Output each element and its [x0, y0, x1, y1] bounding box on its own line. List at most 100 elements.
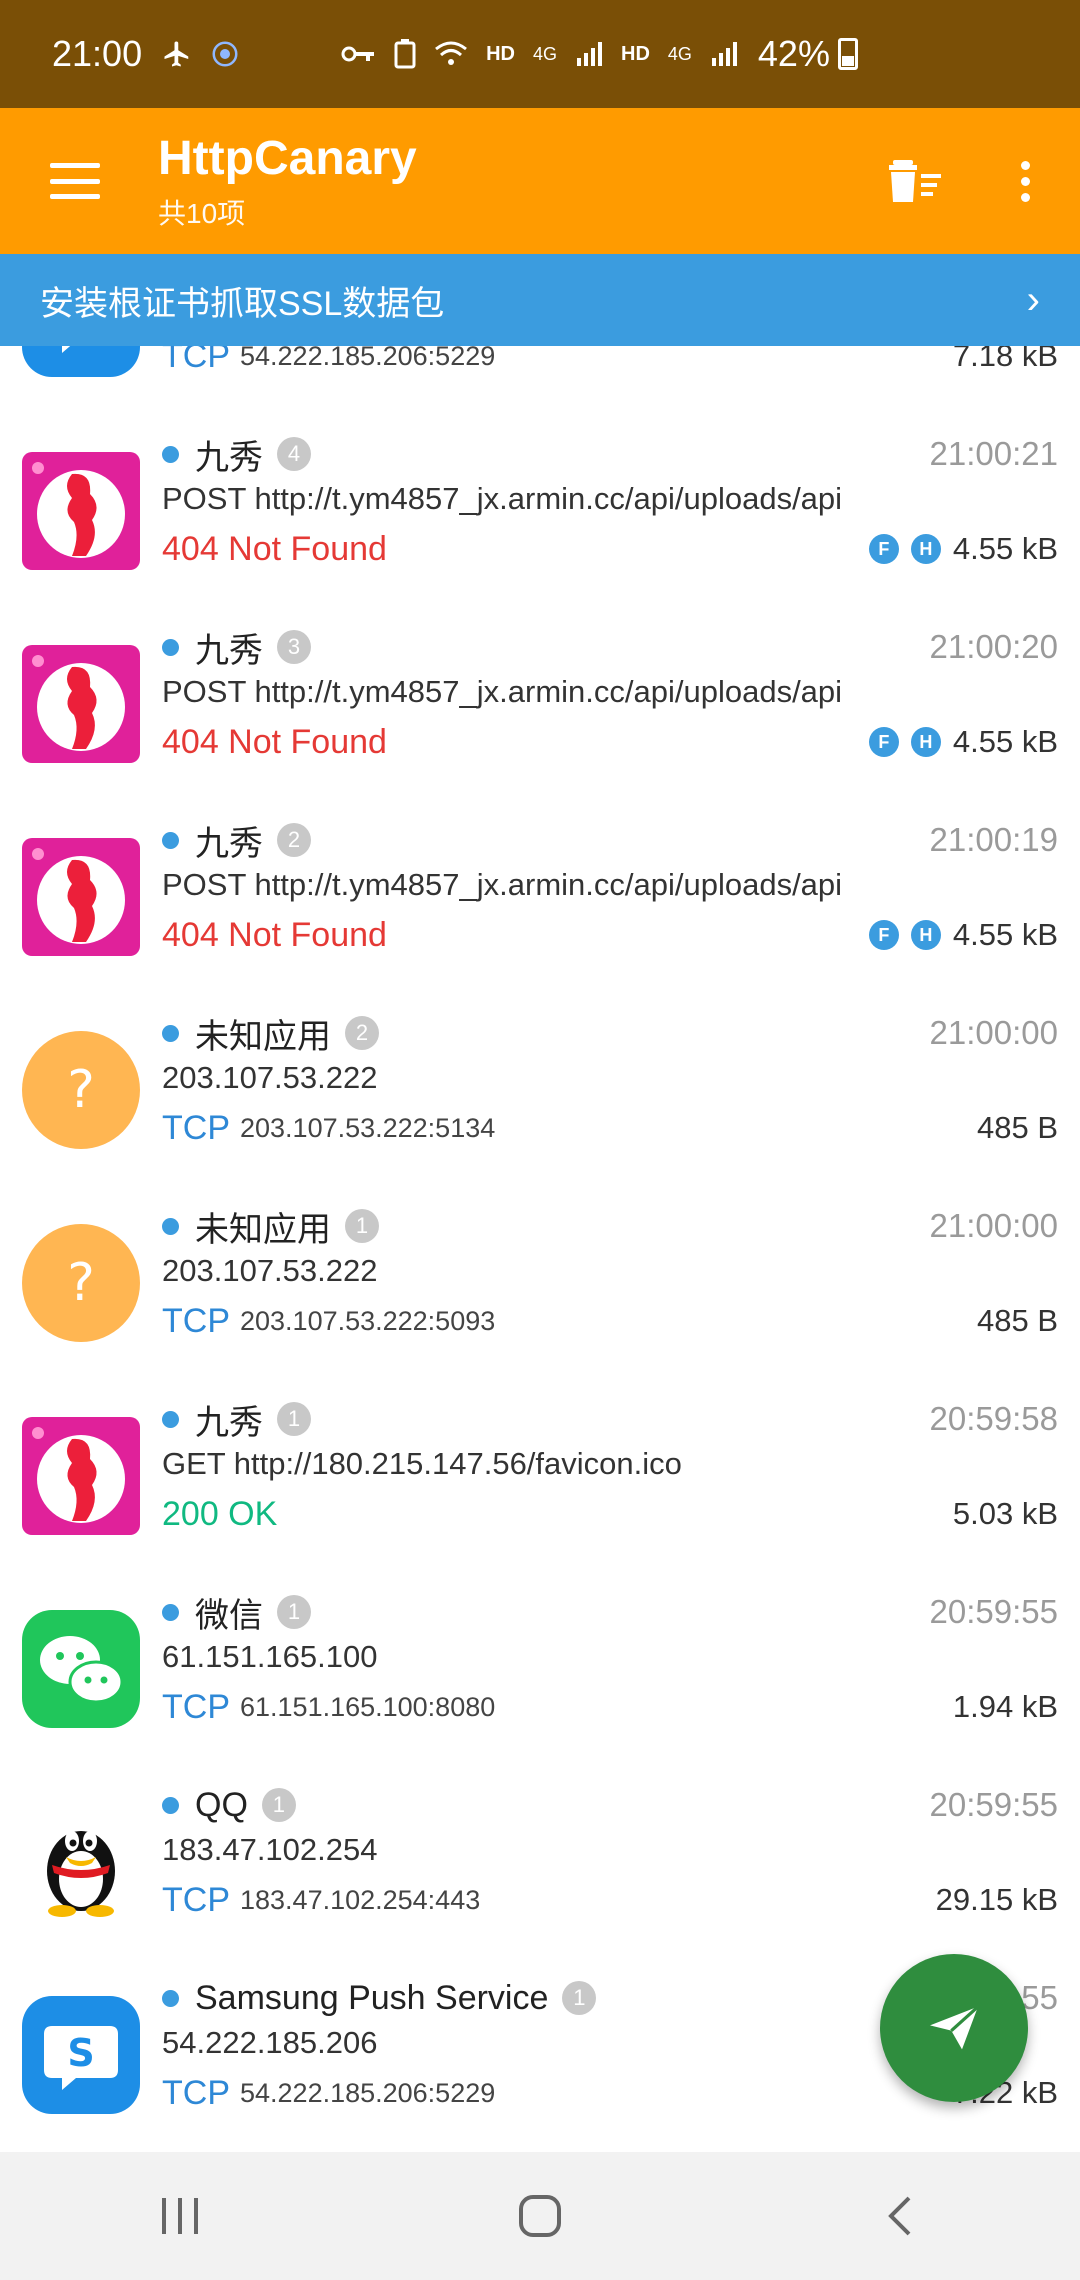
transfer-size: 4.55 kB — [952, 724, 1058, 759]
qq-app-icon — [22, 1803, 140, 1921]
back-icon — [888, 2196, 911, 2236]
remote-host: 203.107.53.222 — [162, 1060, 378, 1095]
app-bar: HttpCanary 共10项 — [0, 108, 1080, 254]
banner-text: 安装根证书抓取SSL数据包 — [40, 284, 445, 323]
network-4g-label: 4G — [532, 43, 557, 64]
transfer-size: 5.03 kB — [952, 1496, 1058, 1531]
app-name: 九秀 — [195, 824, 263, 863]
svg-text:S: S — [67, 2031, 94, 2075]
count-badge: 1 — [562, 1981, 597, 2015]
clear-list-icon — [889, 160, 941, 202]
samsung-push-app-icon — [22, 346, 140, 377]
count-badge: 1 — [261, 1788, 296, 1822]
response-status: 404 Not Found — [162, 529, 387, 568]
unknown-app-icon: ? — [22, 1224, 140, 1342]
remote-address: 54.222.185.206:5229 — [240, 2077, 496, 2108]
home-button[interactable] — [480, 2166, 600, 2266]
network-hd-label-2: HD — [621, 42, 650, 65]
transfer-size: 29.15 kB — [935, 1882, 1058, 1917]
packet-list[interactable]: TCP 54.222.185.206:5229 7.18 kB 九秀 4 21:… — [0, 346, 1080, 2152]
remote-address: 61.151.165.100:8080 — [240, 1691, 496, 1722]
protocol-label: TCP — [162, 1301, 230, 1340]
jiuxiu-app-icon — [22, 452, 140, 570]
transfer-size: 485 B — [976, 1303, 1058, 1338]
request-url: POST http://t.ym4857_jx.armin.cc/api/upl… — [162, 481, 843, 516]
list-item[interactable]: 九秀 3 21:00:20 POST http://t.ym4857_jx.ar… — [0, 612, 1080, 805]
network-4g-label-2: 4G — [667, 43, 692, 64]
hamburger-icon — [50, 163, 100, 199]
transfer-size: 4.55 kB — [952, 917, 1058, 952]
timestamp: 20:59:55 — [929, 1593, 1058, 1630]
h-flag-icon: H — [910, 727, 941, 757]
transfer-size: 7.18 kB — [952, 346, 1058, 373]
unread-dot — [162, 1989, 179, 2007]
count-badge: 2 — [277, 823, 311, 857]
unknown-app-icon: ? — [22, 1031, 140, 1149]
remote-host: 203.107.53.222 — [162, 1253, 378, 1288]
menu-button[interactable] — [0, 108, 150, 254]
wifi-icon — [435, 41, 468, 65]
list-item[interactable]: 微信 1 20:59:55 61.151.165.100 TCP 61.151.… — [0, 1577, 1080, 1770]
recents-button[interactable] — [120, 2166, 240, 2266]
jiuxiu-app-icon — [22, 838, 140, 956]
list-item[interactable]: 九秀 1 20:59:58 GET http://180.215.147.56/… — [0, 1384, 1080, 1577]
unread-dot — [162, 1603, 179, 1621]
send-fab-button[interactable] — [880, 1954, 1028, 2102]
f-flag-icon: F — [868, 534, 899, 564]
wechat-app-icon — [22, 1610, 140, 1728]
battery-percent: 42% — [757, 33, 830, 74]
vpn-key-icon — [341, 46, 375, 62]
signal-icon — [577, 42, 602, 66]
svg-text:?: ? — [67, 1060, 95, 1120]
protocol-label: TCP — [162, 2073, 230, 2112]
f-flag-icon: F — [868, 920, 899, 950]
app-name: 九秀 — [195, 438, 263, 477]
list-item[interactable]: 九秀 4 21:00:21 POST http://t.ym4857_jx.ar… — [0, 419, 1080, 612]
count-badge: 1 — [345, 1209, 379, 1243]
list-item[interactable]: QQ 1 20:59:55 183.47.102.254 TCP 183.47.… — [0, 1770, 1080, 1963]
status-bar: 21:00 HD 4G HD 4G 42% — [0, 0, 1080, 108]
timestamp: 20:59:55 — [929, 1786, 1058, 1823]
install-cert-banner[interactable]: 安装根证书抓取SSL数据包 › — [0, 254, 1080, 346]
system-nav-bar — [0, 2152, 1080, 2280]
chevron-right-icon: › — [1026, 277, 1040, 322]
app-title: HttpCanary — [158, 131, 417, 185]
unread-dot — [162, 831, 179, 849]
count-badge: 3 — [277, 630, 311, 664]
request-url: POST http://t.ym4857_jx.armin.cc/api/upl… — [162, 867, 843, 902]
response-status: 404 Not Found — [162, 915, 387, 954]
more-options-button[interactable] — [970, 108, 1080, 254]
status-time: 21:00 — [52, 33, 143, 74]
unread-dot — [162, 445, 179, 463]
f-flag-icon: F — [868, 727, 899, 757]
battery-icon — [837, 38, 858, 70]
count-badge: 2 — [345, 1016, 379, 1050]
back-button[interactable] — [840, 2166, 960, 2266]
app-name: 未知应用 — [195, 1210, 331, 1249]
samsung-push-app-icon: S — [22, 1996, 140, 2114]
remote-host: 183.47.102.254 — [162, 1832, 378, 1867]
count-badge: 1 — [277, 1402, 311, 1436]
timestamp: 21:00:19 — [929, 821, 1058, 858]
list-item[interactable]: TCP 54.222.185.206:5229 7.18 kB — [0, 346, 1080, 419]
clear-button[interactable] — [860, 108, 970, 254]
camera-record-icon — [212, 41, 238, 67]
transfer-size: 485 B — [976, 1110, 1058, 1145]
svg-text:?: ? — [67, 1253, 95, 1313]
timestamp: 20:59:58 — [929, 1400, 1058, 1437]
unread-dot — [162, 1796, 179, 1814]
list-item[interactable]: ? 未知应用 1 21:00:00 203.107.53.222 TCP 203… — [0, 1191, 1080, 1384]
app-name: 微信 — [195, 1596, 263, 1635]
app-name: Samsung Push Service — [195, 1978, 549, 2017]
send-icon — [930, 2005, 980, 2050]
app-name: QQ — [195, 1785, 248, 1824]
battery-saver-icon — [394, 39, 416, 69]
h-flag-icon: H — [910, 534, 941, 564]
timestamp: 21:00:21 — [929, 435, 1058, 472]
list-item[interactable]: 九秀 2 21:00:19 POST http://t.ym4857_jx.ar… — [0, 805, 1080, 998]
home-icon — [519, 2195, 561, 2237]
list-item[interactable]: ? 未知应用 2 21:00:00 203.107.53.222 TCP 203… — [0, 998, 1080, 1191]
transfer-size: 1.94 kB — [952, 1689, 1058, 1724]
unread-dot — [162, 1217, 179, 1235]
unread-dot — [162, 1410, 179, 1428]
